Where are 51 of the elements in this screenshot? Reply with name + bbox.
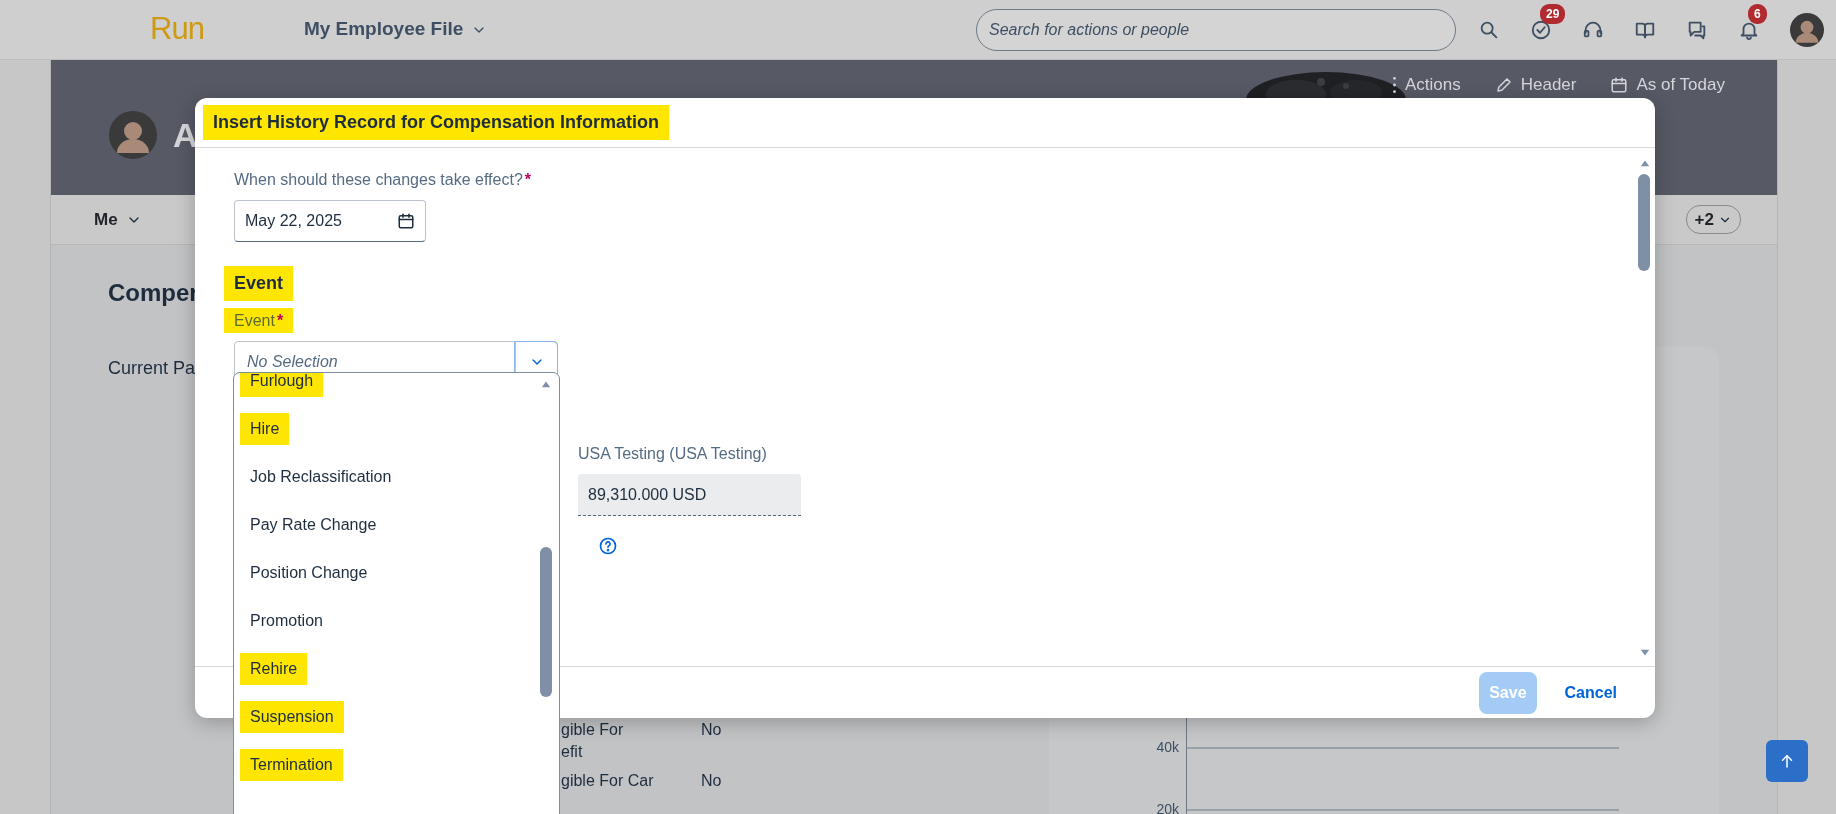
pencil-icon bbox=[1494, 75, 1513, 94]
more-icon bbox=[1391, 75, 1397, 94]
dropdown-option[interactable]: Promotion bbox=[250, 609, 323, 633]
calendar-icon[interactable] bbox=[397, 212, 415, 230]
dropdown-option[interactable]: Suspension bbox=[240, 701, 344, 733]
dropdown-option[interactable]: Furlough bbox=[240, 373, 324, 397]
avatar-icon[interactable] bbox=[1790, 12, 1824, 47]
calendar-icon bbox=[1610, 75, 1629, 94]
dropdown-option[interactable]: Pay Rate Change bbox=[250, 513, 377, 537]
header-action-button[interactable]: Actions bbox=[1391, 72, 1461, 98]
scrollbar-thumb[interactable] bbox=[1638, 174, 1650, 271]
tab[interactable]: Me bbox=[94, 212, 118, 227]
notification-badge: 6 bbox=[1748, 3, 1767, 24]
employee-name: A bbox=[173, 114, 198, 156]
search-field[interactable]: Search for actions or people bbox=[976, 8, 1456, 51]
field-label: When should these changes take effect?* bbox=[234, 170, 533, 190]
field-label: USA Testing (USA Testing) bbox=[578, 444, 768, 464]
header-action-button[interactable]: Header bbox=[1494, 72, 1577, 98]
field-value: No bbox=[701, 720, 722, 740]
read-only-field: 89,310.000 USD bbox=[578, 474, 801, 516]
check-circle-icon[interactable] bbox=[1530, 19, 1552, 42]
notification-badge: 29 bbox=[1540, 3, 1566, 24]
header-action-button[interactable]: As of Today bbox=[1610, 72, 1725, 98]
dropdown-option[interactable]: Position Change bbox=[250, 561, 368, 585]
date-field[interactable]: May 22, 2025 bbox=[234, 200, 426, 242]
avatar-icon bbox=[109, 111, 157, 159]
dropdown-option[interactable]: Termination bbox=[240, 749, 343, 781]
required-mark: * bbox=[276, 312, 284, 329]
required-mark: * bbox=[524, 171, 532, 188]
axis-tick-label: 20k bbox=[1156, 800, 1179, 814]
cancel-button[interactable]: Cancel bbox=[1554, 671, 1627, 714]
field-label: gible For Car bbox=[561, 771, 655, 791]
help-icon[interactable] bbox=[598, 536, 618, 556]
scroll-up-arrow-icon[interactable] bbox=[1638, 158, 1652, 168]
dropdown-option[interactable]: Job Reclassification bbox=[250, 465, 392, 489]
app-menu-button[interactable]: My Employee File bbox=[303, 15, 488, 44]
scroll-to-top-button[interactable] bbox=[1766, 740, 1808, 782]
dropdown-option[interactable]: Rehire bbox=[240, 653, 308, 685]
section-heading: Event bbox=[224, 266, 294, 301]
field-label: gible For efit bbox=[561, 720, 625, 762]
dropdown-option[interactable]: Hire bbox=[240, 413, 290, 445]
chat-icon[interactable] bbox=[1686, 19, 1708, 42]
scroll-down-arrow-icon[interactable] bbox=[1638, 648, 1652, 658]
axis-tick-label: 40k bbox=[1156, 738, 1179, 757]
scrollbar-thumb[interactable] bbox=[540, 547, 552, 697]
dialog-title: Insert History Record for Compensation Information bbox=[203, 105, 670, 140]
field-value: No bbox=[701, 771, 722, 791]
field-label: Event* bbox=[224, 308, 294, 333]
section-title: Comper bbox=[108, 278, 199, 308]
more-tabs-button[interactable]: +2 bbox=[1685, 204, 1741, 235]
field-label: Current Pa bbox=[108, 357, 196, 380]
